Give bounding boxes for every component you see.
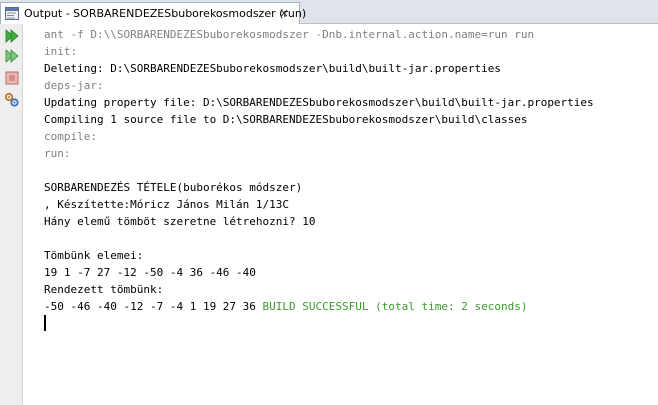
console-line-result: -50 -46 -40 -12 -7 -4 1 19 27 36 BUILD S… <box>44 298 594 315</box>
console-line: 19 1 -7 27 -12 -50 -4 36 -46 -40 <box>44 266 256 279</box>
rerun-icon <box>5 28 19 43</box>
output-toolbar <box>0 24 23 405</box>
console-line: Hány elemű tömböt szeretne létrehozni? 1… <box>44 215 316 228</box>
output-tab-bar: Output - SORBARENDEZESbuborekosmodszer (… <box>0 0 658 24</box>
close-icon[interactable]: × <box>277 6 291 20</box>
console-line: Deleting: D:\SORBARENDEZESbuborekosmodsz… <box>44 62 501 75</box>
input-caret-line[interactable] <box>44 315 594 332</box>
console-line: Rendezett tömbünk: <box>44 283 164 296</box>
console-lines: ant -f D:\\SORBARENDEZESbuborekosmodszer… <box>44 26 594 332</box>
console-line: SORBARENDEZÉS TÉTELE(buborékos módszer) <box>44 181 303 194</box>
console-line: run: <box>44 147 71 160</box>
console-line: Updating property file: D:\SORBARENDEZES… <box>44 96 594 109</box>
console-line: ant -f D:\\SORBARENDEZESbuborekosmodszer… <box>44 28 535 41</box>
console-line: init: <box>44 45 78 58</box>
rerun-with-options-button[interactable] <box>3 47 20 64</box>
stop-icon <box>5 71 18 84</box>
output-window-icon <box>5 6 19 22</box>
sorted-output-text: -50 -46 -40 -12 -7 -4 1 19 27 36 <box>44 300 263 313</box>
console-line: deps-jar: <box>44 79 104 92</box>
settings-button[interactable] <box>3 91 20 108</box>
console-line: , Készítette:Móricz János Milán 1/13C <box>44 198 290 211</box>
stop-button[interactable] <box>3 69 20 86</box>
text-caret <box>44 315 46 331</box>
console-line: compile: <box>44 130 97 143</box>
tab-title: Output - SORBARENDEZESbuborekosmodszer (… <box>24 7 307 20</box>
rerun-button[interactable] <box>3 27 20 44</box>
output-tab[interactable]: Output - SORBARENDEZESbuborekosmodszer (… <box>0 2 306 24</box>
build-status-text: BUILD SUCCESSFUL (total time: 2 seconds) <box>262 300 528 313</box>
rerun-with-options-icon <box>5 48 19 63</box>
console-output[interactable]: ant -f D:\\SORBARENDEZESbuborekosmodszer… <box>24 24 658 405</box>
console-line: Compiling 1 source file to D:\SORBARENDE… <box>44 113 528 126</box>
console-line: Tömbünk elemei: <box>44 249 144 262</box>
settings-icon <box>4 92 19 107</box>
